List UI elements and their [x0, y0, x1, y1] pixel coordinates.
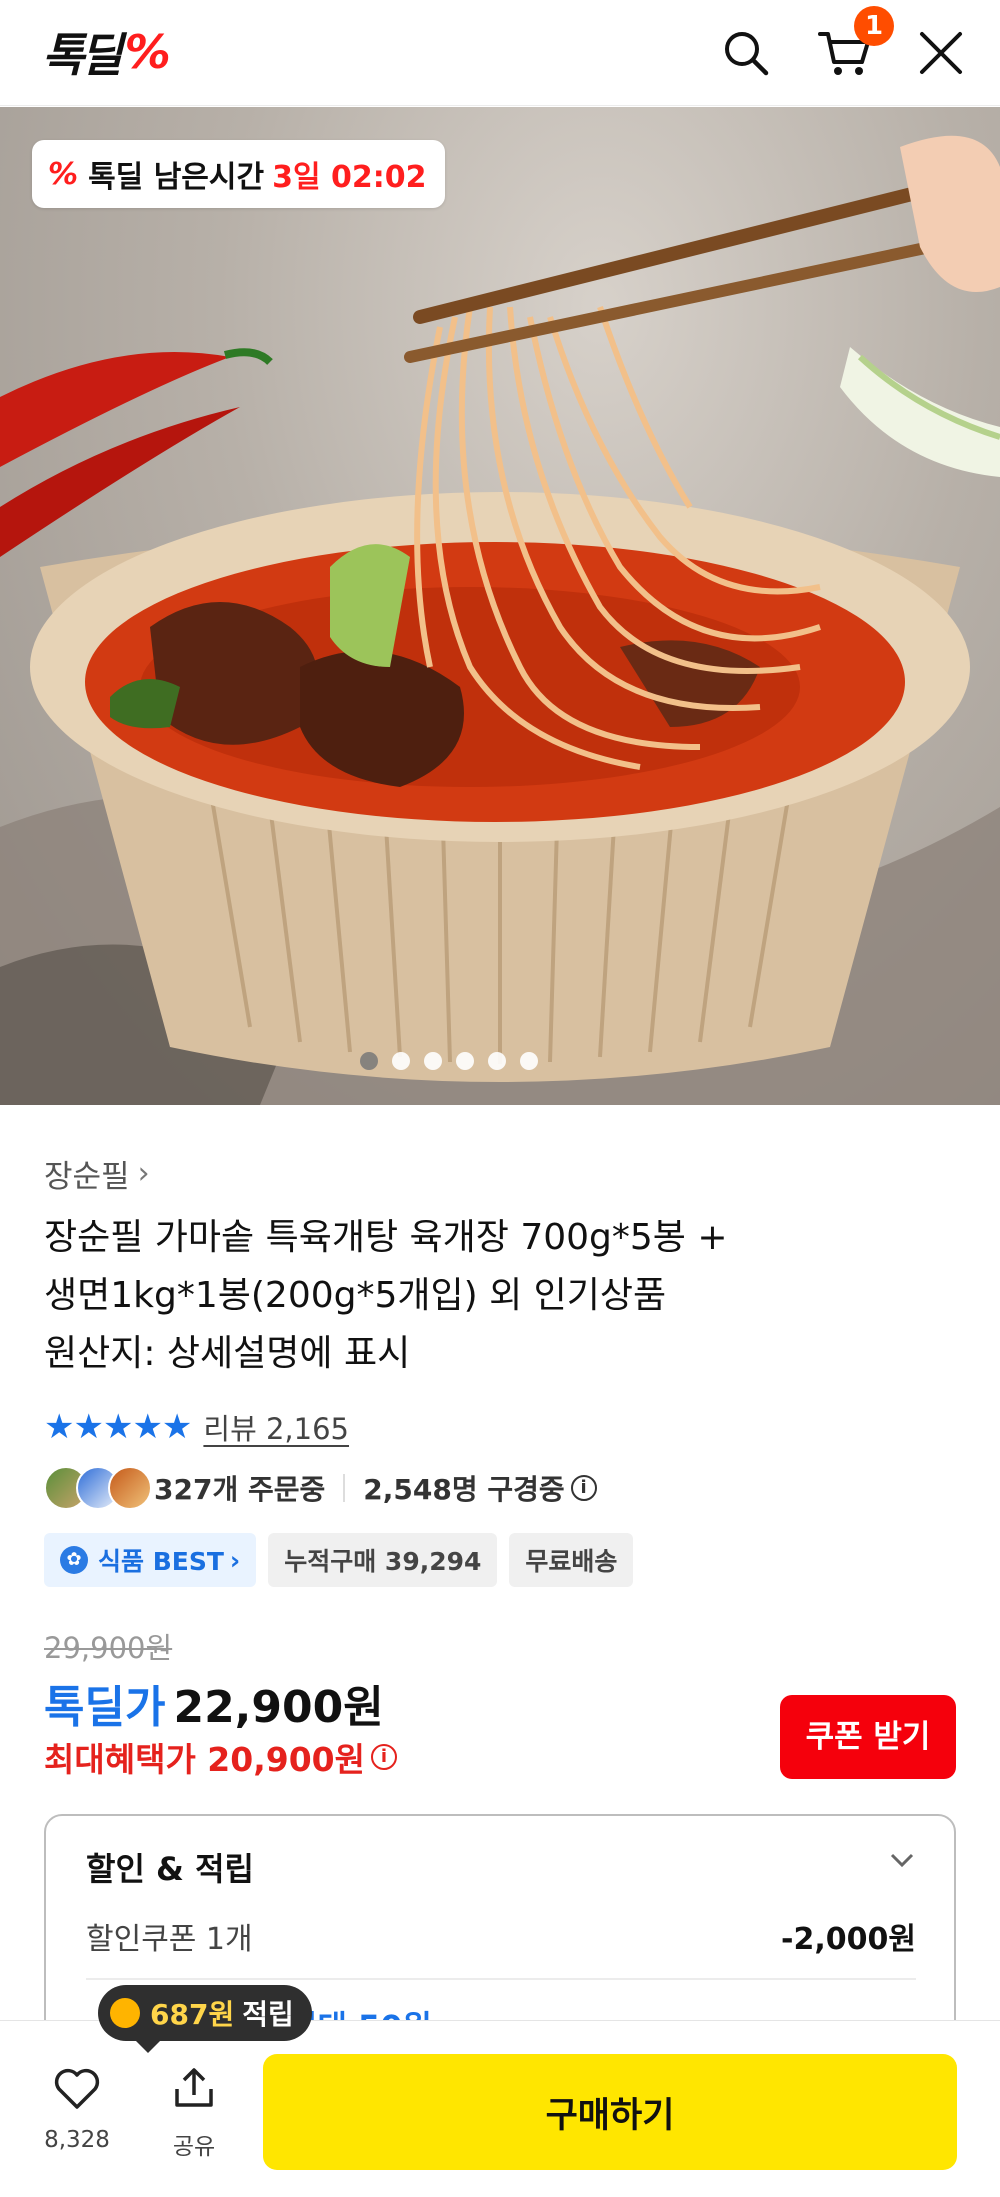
get-coupon-button[interactable]: 쿠폰 받기 [780, 1695, 956, 1779]
coin-icon [110, 1998, 140, 2028]
deal-price: 22,900원 [173, 1682, 384, 1733]
timer-label: 톡딜 남은시간 [88, 160, 265, 195]
coupon-label: 할인쿠폰 1개 [86, 1922, 253, 1957]
panel-title: 할인 & 적립 [86, 1850, 254, 1888]
badge-flower-icon: ✿ [60, 1546, 88, 1574]
orders-count: 327개 주문중 [154, 1473, 326, 1506]
heart-icon [54, 2068, 100, 2109]
chevron-down-icon[interactable] [888, 1846, 916, 1874]
rating-row: ★★★★★ 리뷰 2,165 [44, 1406, 349, 1448]
like-button[interactable]: 8,328 [27, 2067, 127, 2153]
info-icon[interactable]: i [371, 1744, 397, 1770]
product-image-carousel[interactable]: % 톡딜 남은시간 3일 02:02 [0, 107, 1000, 1105]
title-line: 생면1kg*1봉(200g*5개입) 외 인기상품 [44, 1275, 667, 1316]
deal-timer-badge: % 톡딜 남은시간 3일 02:02 [32, 140, 445, 208]
cart-count-badge: 1 [854, 6, 894, 46]
deal-percent-icon: % [48, 156, 79, 192]
buy-button[interactable]: 구매하기 [263, 2054, 957, 2170]
logo-percent-mark: % [124, 25, 171, 79]
points-tooltip: 687원 적립 [98, 1985, 312, 2053]
points-amount: 687원 [150, 1998, 235, 2031]
chevron-right-icon: › [137, 1156, 150, 1191]
title-line: 장순필 가마솥 특육개탕 육개장 700g*5봉 + [44, 1217, 728, 1258]
best-category-tag[interactable]: ✿ 식품 BEST › [44, 1533, 257, 1587]
free-shipping-tag: 무료배송 [509, 1533, 634, 1587]
search-icon[interactable] [721, 28, 771, 78]
logo-text: 톡딜 [42, 28, 123, 82]
title-line: 원산지: 상세설명에 표시 [44, 1333, 411, 1374]
tag-label: 식품 BEST [98, 1547, 224, 1576]
carousel-dot[interactable] [488, 1052, 506, 1070]
brand-name: 장순필 [44, 1159, 130, 1195]
carousel-dot[interactable] [456, 1052, 474, 1070]
timer-value: 3일 02:02 [272, 160, 427, 195]
share-label: 공유 [172, 2134, 216, 2160]
carousel-dot[interactable] [392, 1052, 410, 1070]
divider [343, 1474, 346, 1502]
carousel-indicator [360, 1052, 1000, 1070]
buyer-avatars [44, 1466, 152, 1510]
coupon-amount: -2,000원 [781, 1922, 916, 1957]
top-header: 톡딜 % 1 [0, 0, 1000, 106]
original-price: 29,900원 [44, 1631, 173, 1665]
cumulative-purchase-tag: 누적구매 39,294 [268, 1533, 498, 1587]
coupon-row: 할인쿠폰 1개 -2,000원 [86, 1914, 916, 1958]
info-icon[interactable]: i [570, 1475, 597, 1501]
carousel-dot[interactable] [520, 1052, 538, 1070]
brand-link[interactable]: 장순필 › [44, 1151, 150, 1196]
carousel-dot[interactable] [424, 1052, 442, 1070]
share-button[interactable]: 공유 [144, 2067, 244, 2161]
product-photo [0, 135, 1000, 1105]
points-label: 적립 [242, 1998, 294, 2031]
talkdeal-logo[interactable]: 톡딜 % [42, 25, 171, 82]
avatar [108, 1466, 152, 1510]
divider [86, 1978, 916, 1980]
max-benefit-price-row: 최대혜택가 20,900원 i [44, 1733, 397, 1781]
deal-price-label: 톡딜가 [44, 1682, 166, 1733]
carousel-dot[interactable] [360, 1052, 378, 1070]
product-title: 장순필 가마솥 특육개탕 육개장 700g*5봉 + 생면1kg*1봉(200g… [44, 1209, 944, 1383]
star-rating-icon: ★★★★★ [44, 1407, 192, 1447]
close-icon[interactable] [918, 28, 964, 78]
viewers-count: 2,548명 구경중 [363, 1473, 565, 1506]
like-count: 8,328 [44, 2127, 110, 2153]
deal-price-row: 톡딜가 22,900원 [44, 1671, 384, 1735]
product-tags: ✿ 식품 BEST › 누적구매 39,294 무료배송 [44, 1533, 634, 1587]
review-link[interactable]: 리뷰 2,165 [203, 1406, 349, 1448]
share-icon [175, 2068, 213, 2107]
chevron-right-icon: › [229, 1545, 241, 1575]
max-benefit-price: 최대혜택가 20,900원 [44, 1740, 365, 1779]
social-proof-row: 327개 주문중 2,548명 구경중 i [44, 1463, 597, 1513]
